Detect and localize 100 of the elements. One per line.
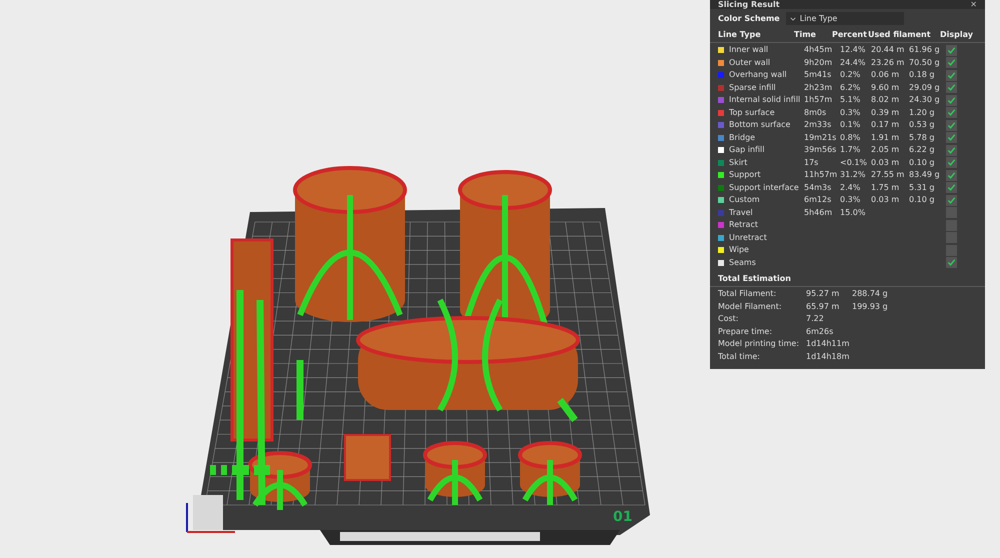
length-value: 9.60 m <box>871 82 900 92</box>
percent-value: 0.2% <box>840 70 860 79</box>
display-checkbox[interactable] <box>946 220 957 231</box>
line-type-name: Gap infill <box>729 144 764 156</box>
panel-title: Slicing Result <box>718 1 780 9</box>
display-checkbox[interactable] <box>946 144 957 156</box>
estimate-value: 1d14h11m <box>806 338 850 350</box>
line-type-name: Overhang wall <box>729 69 787 81</box>
display-checkbox[interactable] <box>946 207 957 218</box>
display-checkbox[interactable] <box>946 57 957 68</box>
percent-value: 31.2% <box>840 170 866 179</box>
percent-value: 1.7% <box>840 145 860 154</box>
length-value: 0.39 m <box>871 108 900 116</box>
estimate-value: 288.74 g <box>852 288 889 300</box>
time-value: 39m56s <box>804 145 836 154</box>
percent-value: 5.1% <box>840 95 860 104</box>
weight-value: 61.96 g <box>909 45 940 54</box>
time-value: 11h57m <box>804 170 838 179</box>
estimate-value: 1d14h18m <box>806 350 850 362</box>
estimate-value: 65.97 m <box>806 300 840 312</box>
length-value: 0.03 m <box>871 158 900 166</box>
time-value: 2m33s <box>804 120 832 129</box>
line-type-name: Support <box>729 169 761 181</box>
percent-value: 0.3% <box>840 108 860 116</box>
line-type-name: Wipe <box>729 244 749 256</box>
estimate-label: Model Filament: <box>718 300 783 312</box>
line-type-name: Bridge <box>729 132 756 144</box>
display-checkbox[interactable] <box>946 82 957 94</box>
close-icon[interactable]: ✕ <box>970 1 977 9</box>
length-value: 0.03 m <box>871 195 900 204</box>
length-value: 27.55 m <box>871 170 904 179</box>
weight-value: 0.53 g <box>909 120 934 129</box>
section-title: Total Estimation <box>718 274 791 283</box>
line-type-name: Retract <box>729 219 758 231</box>
line-type-name: Seams <box>729 256 756 268</box>
time-value: 1h57m <box>804 95 832 104</box>
time-value: 54m3s <box>804 182 832 192</box>
color-scheme-dropdown[interactable]: Line Type <box>786 12 904 25</box>
weight-value: 6.22 g <box>909 145 934 154</box>
weight-value: 70.50 g <box>909 58 940 66</box>
percent-value: 15.0% <box>840 208 866 216</box>
time-value: 8m0s <box>804 108 826 116</box>
line-type-name: Inner wall <box>729 44 768 56</box>
line-type-name: Internal solid infill <box>729 94 800 106</box>
weight-value: 5.31 g <box>909 182 934 192</box>
percent-value: 2.4% <box>840 182 860 192</box>
length-value: 20.44 m <box>871 45 904 54</box>
display-checkbox[interactable] <box>946 232 957 244</box>
column-header: Used filament <box>868 29 932 41</box>
estimate-label: Cost: <box>718 313 740 325</box>
line-type-name: Top surface <box>729 106 775 119</box>
percent-value: 24.4% <box>840 58 866 66</box>
display-checkbox[interactable] <box>946 94 957 106</box>
plate-number: 01 <box>613 508 632 527</box>
time-value: 5m41s <box>804 70 832 79</box>
display-checkbox[interactable] <box>946 132 957 144</box>
percent-value: 0.3% <box>840 195 860 204</box>
length-value: 2.05 m <box>871 145 900 154</box>
line-type-name: Bottom surface <box>729 119 790 131</box>
estimate-value: 6m26s <box>806 326 834 338</box>
time-value: 9h20m <box>804 58 832 66</box>
length-value: 0.06 m <box>871 70 900 79</box>
line-type-name: Custom <box>729 194 760 206</box>
percent-value: <0.1% <box>840 158 868 166</box>
display-checkbox[interactable] <box>946 120 957 131</box>
percent-value: 0.1% <box>840 120 860 129</box>
length-value: 0.17 m <box>871 120 900 129</box>
time-value: 4h45m <box>804 45 832 54</box>
estimate-label: Model printing time: <box>718 338 800 350</box>
weight-value: 1.20 g <box>909 108 934 116</box>
display-checkbox[interactable] <box>946 157 957 168</box>
line-type-name: Support interface <box>729 182 799 194</box>
display-checkbox[interactable] <box>946 107 957 118</box>
weight-value: 0.10 g <box>909 158 934 166</box>
length-value: 8.02 m <box>871 95 900 104</box>
display-checkbox[interactable] <box>946 170 957 181</box>
line-type-name: Travel <box>729 206 753 218</box>
length-value: 23.26 m <box>871 58 904 66</box>
column-header: Percent <box>832 29 868 41</box>
estimate-label: Total Filament: <box>718 288 778 300</box>
weight-value: 24.30 g <box>909 95 940 104</box>
estimate-label: Prepare time: <box>718 326 774 338</box>
length-value: 1.75 m <box>871 182 900 192</box>
display-checkbox[interactable] <box>946 194 957 206</box>
display-checkbox[interactable] <box>946 70 957 81</box>
weight-value: 83.49 g <box>909 170 940 179</box>
percent-value: 12.4% <box>840 45 866 54</box>
display-checkbox[interactable] <box>946 44 957 56</box>
estimate-value: 7.22 <box>806 313 825 325</box>
weight-value: 0.18 g <box>909 70 934 79</box>
estimate-value: 199.93 g <box>852 300 889 313</box>
length-value: 1.91 m <box>871 132 900 142</box>
line-type-name: Unretract <box>729 232 767 244</box>
estimate-value: 95.27 m <box>806 288 840 300</box>
line-type-name: Sparse infill <box>729 82 776 94</box>
display-checkbox[interactable] <box>946 244 957 256</box>
weight-value: 5.78 g <box>909 132 934 142</box>
display-checkbox[interactable] <box>946 257 957 268</box>
percent-value: 6.2% <box>840 82 860 92</box>
display-checkbox[interactable] <box>946 182 957 194</box>
